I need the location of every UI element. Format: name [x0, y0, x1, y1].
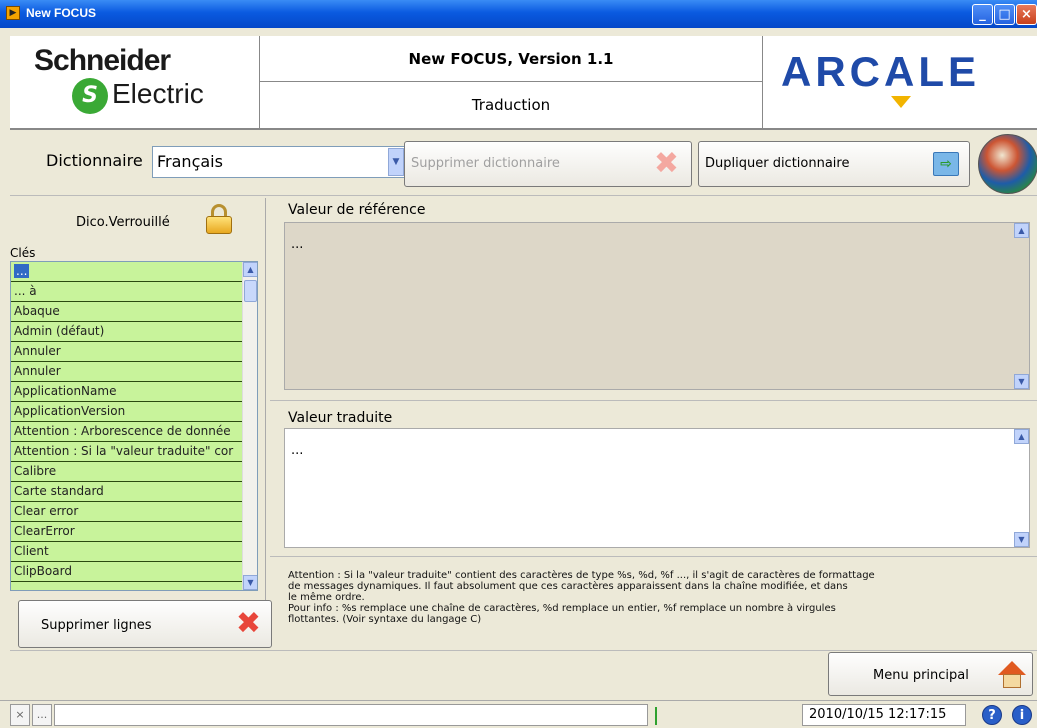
statusbar-close-button[interactable]: × — [10, 704, 30, 726]
delete-lines-label: Supprimer lignes — [41, 618, 152, 633]
list-item[interactable]: ClearError — [11, 522, 244, 542]
list-item-label: ... — [14, 264, 30, 278]
arcale-triangle-icon — [891, 96, 911, 108]
delete-dictionary-button[interactable]: Supprimer dictionnaire ✖ — [404, 141, 692, 187]
list-item[interactable]: ApplicationVersion — [11, 402, 244, 422]
info-line: Attention : Si la "valeur traduite" cont… — [288, 570, 875, 581]
logo-text-schneider: Schneider — [34, 44, 171, 77]
info-line: flottantes. (Voir syntaxe du langage C) — [288, 614, 482, 625]
scroll-up-icon[interactable]: ▲ — [1014, 429, 1029, 444]
translated-value-text: ... — [291, 443, 304, 458]
main-menu-button[interactable]: Menu principal — [828, 652, 1033, 696]
logo-text-electric: Electric — [112, 78, 204, 109]
reference-value-field[interactable]: ... ▲ ▼ — [284, 222, 1030, 390]
logo-text-arcale: ARCALE — [781, 48, 980, 95]
schneider-logo-icon: S — [72, 78, 108, 114]
list-item[interactable]: Abaque — [11, 302, 244, 322]
list-item[interactable]: Annuler — [11, 362, 244, 382]
divider — [10, 650, 1037, 651]
app-icon: ▶ — [6, 6, 20, 20]
status-datetime: 2010/10/15 12:17:15 — [802, 704, 966, 726]
info-icon[interactable]: i — [1012, 705, 1032, 725]
scroll-down-icon[interactable]: ▼ — [1014, 374, 1029, 389]
list-item[interactable]: Clear error — [11, 502, 244, 522]
duplicate-dictionary-label: Dupliquer dictionnaire — [705, 156, 850, 171]
dictionary-lock-status[interactable]: Dico.Verrouillé — [10, 198, 266, 244]
arcale-logo: ARCALE — [762, 36, 1037, 128]
format-info-note: Attention : Si la "valeur traduite" cont… — [288, 570, 948, 625]
lock-icon — [206, 204, 232, 234]
translated-value-input[interactable]: ... ▲ ▼ — [284, 428, 1030, 548]
help-icon[interactable]: ? — [982, 705, 1002, 725]
duplicate-dictionary-button[interactable]: Dupliquer dictionnaire ⇨ — [698, 141, 970, 187]
keys-list-scrollbar[interactable]: ▲ ▼ — [242, 262, 257, 590]
divider — [270, 400, 1037, 401]
info-line: le même ordre. — [288, 592, 365, 603]
translated-scrollbar[interactable]: ▲ ▼ — [1014, 429, 1029, 547]
list-item[interactable]: Annuler — [11, 342, 244, 362]
list-item[interactable]: Calibre — [11, 462, 244, 482]
info-line: de messages dynamiques. Il faut absolume… — [288, 581, 848, 592]
maximize-icon: □ — [998, 7, 1011, 22]
schneider-electric-logo: Schneider S Electric — [10, 36, 260, 128]
dictionary-toolbar: Dictionnaire Français ▼ Supprimer dictio… — [10, 132, 1037, 196]
status-indicator — [655, 707, 657, 725]
keys-list[interactable]: ... ... à Abaque Admin (défaut) Annuler … — [10, 261, 258, 591]
maximize-button[interactable]: □ — [994, 4, 1015, 25]
close-window-button[interactable]: × — [1016, 4, 1037, 25]
window-title: New FOCUS — [26, 6, 97, 20]
list-item[interactable]: Client — [11, 542, 244, 562]
duplicate-icon: ⇨ — [933, 152, 959, 176]
scroll-up-icon[interactable]: ▲ — [1014, 223, 1029, 238]
divider — [270, 556, 1037, 557]
delete-x-icon: ✖ — [653, 146, 679, 181]
dictionary-label: Dictionnaire — [46, 151, 143, 170]
translated-value-label: Valeur traduite — [288, 410, 393, 426]
scroll-thumb[interactable] — [244, 280, 257, 302]
status-bar: × ... 2010/10/15 12:17:15 ? i — [0, 700, 1037, 728]
app-title: New FOCUS, Version 1.1 — [260, 36, 762, 82]
close-icon: × — [1021, 7, 1032, 22]
dictionary-select[interactable]: Français ▼ — [152, 146, 406, 178]
dictionary-selected-value: Français — [157, 152, 223, 171]
list-item[interactable]: ... à — [11, 282, 244, 302]
list-item[interactable]: Carte standard — [11, 482, 244, 502]
scroll-down-icon[interactable]: ▼ — [243, 575, 257, 590]
list-item[interactable]: Attention : Si la "valeur traduite" cor — [11, 442, 244, 462]
list-item[interactable]: Attention : Arborescence de donnée — [11, 422, 244, 442]
globe-flags-icon[interactable] — [978, 134, 1037, 194]
lock-label: Dico.Verrouillé — [76, 215, 170, 230]
scroll-up-icon[interactable]: ▲ — [243, 262, 257, 277]
status-message — [54, 704, 648, 726]
header: Schneider S Electric New FOCUS, Version … — [10, 36, 1037, 130]
list-item[interactable]: ... — [11, 262, 244, 282]
keys-panel: Dico.Verrouillé Clés ... ... à Abaque Ad… — [10, 198, 272, 648]
reference-scrollbar[interactable]: ▲ ▼ — [1014, 223, 1029, 389]
reference-value-text: ... — [291, 237, 304, 252]
home-icon — [998, 661, 1026, 689]
page-title: Traduction — [471, 96, 551, 114]
list-item[interactable]: ApplicationName — [11, 382, 244, 402]
header-titles: New FOCUS, Version 1.1 Traduction — [260, 36, 762, 128]
chevron-down-icon[interactable]: ▼ — [388, 148, 404, 176]
minimize-icon: _ — [979, 7, 986, 22]
delete-x-icon: ✖ — [235, 606, 261, 641]
scroll-down-icon[interactable]: ▼ — [1014, 532, 1029, 547]
minimize-button[interactable]: _ — [972, 4, 993, 25]
info-line: Pour info : %s remplace une chaîne de ca… — [288, 603, 836, 614]
window-title-bar[interactable]: ▶ New FOCUS _ □ × — [0, 0, 1037, 28]
list-item[interactable] — [11, 582, 244, 590]
reference-value-label: Valeur de référence — [288, 202, 426, 218]
delete-lines-button[interactable]: Supprimer lignes ✖ — [18, 600, 272, 648]
keys-label: Clés — [10, 246, 36, 260]
statusbar-more-button[interactable]: ... — [32, 704, 52, 726]
main-menu-label: Menu principal — [873, 668, 969, 683]
list-item[interactable]: ClipBoard — [11, 562, 244, 582]
list-item[interactable]: Admin (défaut) — [11, 322, 244, 342]
delete-dictionary-label: Supprimer dictionnaire — [411, 156, 560, 171]
